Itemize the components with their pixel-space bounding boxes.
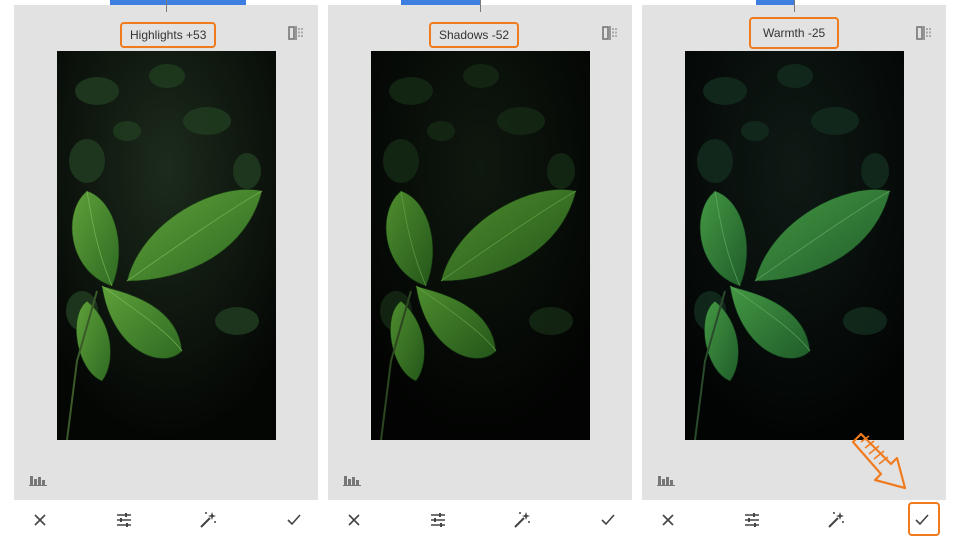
- sliders-icon: [745, 513, 759, 527]
- close-icon: [34, 514, 46, 526]
- bottom-toolbar: [14, 500, 318, 540]
- editor-panel-shadows: Shadows -52: [328, 0, 632, 540]
- tune-button[interactable]: [114, 510, 134, 530]
- auto-adjust-button[interactable]: [826, 510, 846, 530]
- compare-icon[interactable]: [916, 26, 932, 40]
- editor-panel-highlights: Highlights +53: [14, 0, 318, 540]
- slider-indicator-tick: [166, 0, 167, 12]
- close-icon: [348, 514, 360, 526]
- adjustment-value-label: Warmth -25: [749, 17, 840, 49]
- callout-arrow-icon: [851, 432, 907, 490]
- checkmark-icon: [915, 514, 929, 526]
- checkmark-icon: [601, 514, 615, 526]
- apply-button[interactable]: [598, 510, 618, 530]
- adjustment-value-label: Shadows -52: [429, 22, 520, 48]
- magic-wand-icon: [200, 512, 216, 528]
- magic-wand-icon: [828, 512, 844, 528]
- photo-preview: [371, 51, 590, 440]
- compare-icon[interactable]: [602, 26, 618, 40]
- auto-adjust-button[interactable]: [512, 510, 532, 530]
- cancel-button[interactable]: [344, 510, 364, 530]
- photo-preview: [685, 51, 904, 440]
- checkmark-icon: [287, 514, 301, 526]
- leaf-photo: [371, 51, 590, 440]
- slider-indicator-tick: [480, 0, 481, 12]
- slider-indicator[interactable]: [756, 0, 794, 5]
- compare-icon[interactable]: [288, 26, 304, 40]
- magic-wand-icon: [514, 512, 530, 528]
- cancel-button[interactable]: [658, 510, 678, 530]
- close-icon: [662, 514, 674, 526]
- cancel-button[interactable]: [30, 510, 50, 530]
- sliders-icon: [117, 513, 131, 527]
- histogram-icon[interactable]: [657, 472, 675, 486]
- photo-preview: [57, 51, 276, 440]
- slider-indicator[interactable]: [110, 0, 246, 5]
- tune-button[interactable]: [742, 510, 762, 530]
- tune-button[interactable]: [428, 510, 448, 530]
- bottom-toolbar: [642, 500, 946, 540]
- adjustment-value-label: Highlights +53: [120, 22, 217, 48]
- bottom-toolbar: [328, 500, 632, 540]
- histogram-icon[interactable]: [29, 472, 47, 486]
- slider-indicator[interactable]: [401, 0, 481, 5]
- leaf-photo: [57, 51, 276, 440]
- slider-indicator-tick: [794, 0, 795, 12]
- apply-button[interactable]: [912, 510, 932, 530]
- apply-button[interactable]: [284, 510, 304, 530]
- sliders-icon: [431, 513, 445, 527]
- histogram-icon[interactable]: [343, 472, 361, 486]
- auto-adjust-button[interactable]: [198, 510, 218, 530]
- leaf-photo: [685, 51, 904, 440]
- editor-panel-warmth: Warmth -25: [642, 0, 946, 540]
